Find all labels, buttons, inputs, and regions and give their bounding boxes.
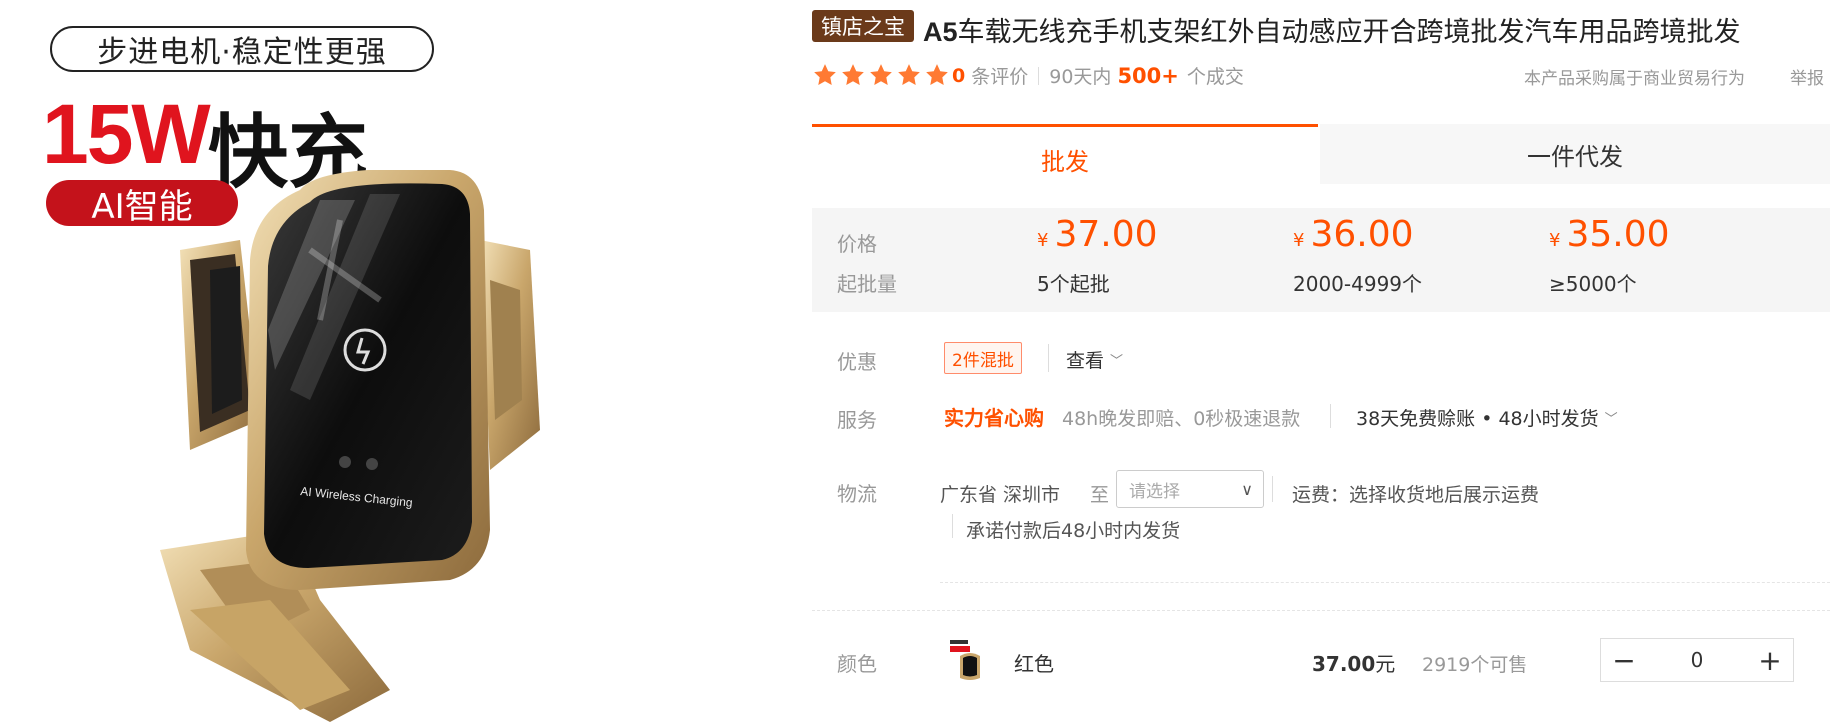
headline-pill: 步进电机·稳定性更强 — [50, 26, 434, 72]
price-value: 35.00 — [1566, 214, 1670, 255]
star-icon — [842, 64, 864, 85]
product-title: A5车载无线充手机支架红外自动感应开合跨境批发汽车用品跨境批发 — [923, 10, 1741, 49]
decrement-button[interactable]: − — [1601, 639, 1647, 681]
service-label: 服务 — [837, 408, 877, 432]
tier-3-qty: ≥5000个 — [1549, 272, 1637, 296]
report-link[interactable]: 举报 — [1790, 64, 1824, 89]
business-note: 本产品采购属于商业贸易行为 — [1524, 69, 1745, 89]
chevron-down-icon: ﹀ — [1604, 412, 1618, 427]
chevron-down-icon: ﹀ — [1110, 354, 1124, 369]
star-icon — [926, 64, 948, 85]
destination-placeholder: 请选择 — [1129, 481, 1180, 502]
moq-label: 起批量 — [837, 272, 897, 296]
sku-price: 37.00元 — [1312, 648, 1395, 677]
tab-wholesale[interactable]: 批发 — [812, 124, 1318, 191]
tier-1-qty: 5个起批 — [1037, 272, 1110, 296]
divider — [1272, 476, 1273, 502]
shipping-promise: 承诺付款后48小时内发货 — [966, 520, 1181, 542]
sku-stock: 2919个可售 — [1422, 654, 1528, 676]
review-count: 0 — [952, 64, 966, 87]
purchase-tabs: 批发 一件代发 — [812, 124, 1830, 191]
sku-price-unit: 元 — [1375, 652, 1396, 676]
price-tier-1: ¥37.00 — [1037, 214, 1158, 255]
service-extra[interactable]: 38天免费赊账 • 48小时发货 ﹀ — [1356, 404, 1618, 431]
sold-label: 个成交 — [1186, 66, 1244, 88]
sold-count: 500+ — [1117, 63, 1179, 88]
divider — [952, 514, 953, 538]
freight-info: 运费：选择收货地后展示运费 — [1292, 484, 1540, 506]
days-label: 90天内 — [1049, 66, 1112, 88]
rating-summary: 0 条评价 90天内 500+ 个成交 — [952, 62, 1244, 89]
tier-2-qty: 2000-4999个 — [1293, 272, 1423, 296]
product-model: A5 — [923, 17, 958, 47]
tab-dropship[interactable]: 一件代发 — [1320, 124, 1830, 184]
destination-select[interactable]: 请选择 ∨ — [1116, 470, 1264, 508]
sku-price-value: 37.00 — [1312, 652, 1376, 676]
currency-symbol: ¥ — [1549, 230, 1561, 251]
service-extra-text: 38天免费赊账 • 48小时发货 — [1356, 408, 1599, 430]
promo-label: 优惠 — [837, 350, 877, 374]
increment-button[interactable]: + — [1747, 639, 1793, 681]
product-title-text: 车载无线充手机支架红外自动感应开合跨境批发汽车用品跨境批发 — [957, 17, 1741, 48]
promo-view-link[interactable]: 查看 ﹀ — [1066, 346, 1123, 373]
price-label: 价格 — [837, 232, 877, 256]
coupon-badge[interactable]: 2件混批 — [944, 342, 1022, 374]
view-label: 查看 — [1066, 350, 1105, 372]
logistics-label: 物流 — [837, 482, 877, 506]
store-treasure-badge: 镇店之宝 — [812, 10, 914, 42]
star-icon — [814, 64, 836, 85]
star-icon — [898, 64, 920, 85]
chevron-down-icon: ∨ — [1241, 479, 1253, 499]
section-divider — [940, 582, 1830, 583]
quantity-input[interactable]: 0 — [1647, 648, 1747, 672]
section-divider — [812, 610, 1830, 611]
ship-from: 广东省 深圳市 — [940, 484, 1061, 506]
divider — [1048, 344, 1049, 372]
price-value: 37.00 — [1054, 214, 1158, 255]
service-guarantees: 48h晚发即赔、0秒极速退款 — [1062, 408, 1301, 430]
color-label: 颜色 — [837, 652, 877, 676]
divider — [1330, 404, 1331, 428]
divider — [1038, 66, 1040, 85]
currency-symbol: ¥ — [1293, 230, 1305, 251]
quantity-stepper: − 0 + — [1600, 638, 1794, 682]
service-badge: 实力省心购 — [944, 406, 1044, 430]
review-label[interactable]: 条评价 — [971, 62, 1028, 89]
star-icon — [870, 64, 892, 85]
price-tier-3: ¥35.00 — [1549, 214, 1670, 255]
headline-power: 15W — [42, 87, 211, 181]
rating-stars — [812, 62, 950, 88]
price-tier-2: ¥36.00 — [1293, 214, 1414, 255]
car-charger-illustration: AI Wireless Charging — [160, 170, 540, 722]
currency-symbol: ¥ — [1037, 230, 1049, 251]
sku-thumbnail[interactable] — [946, 636, 992, 684]
ship-to-label: 至 — [1090, 484, 1110, 506]
sku-name: 红色 — [1014, 652, 1054, 676]
price-panel: 价格 起批量 ¥37.00 5个起批 ¥36.00 2000-4999个 ¥35… — [812, 208, 1830, 312]
price-value: 36.00 — [1310, 214, 1414, 255]
product-main-image[interactable]: 步进电机·稳定性更强 15W 快充 AI智能 AI Wireless Charg… — [0, 0, 790, 722]
